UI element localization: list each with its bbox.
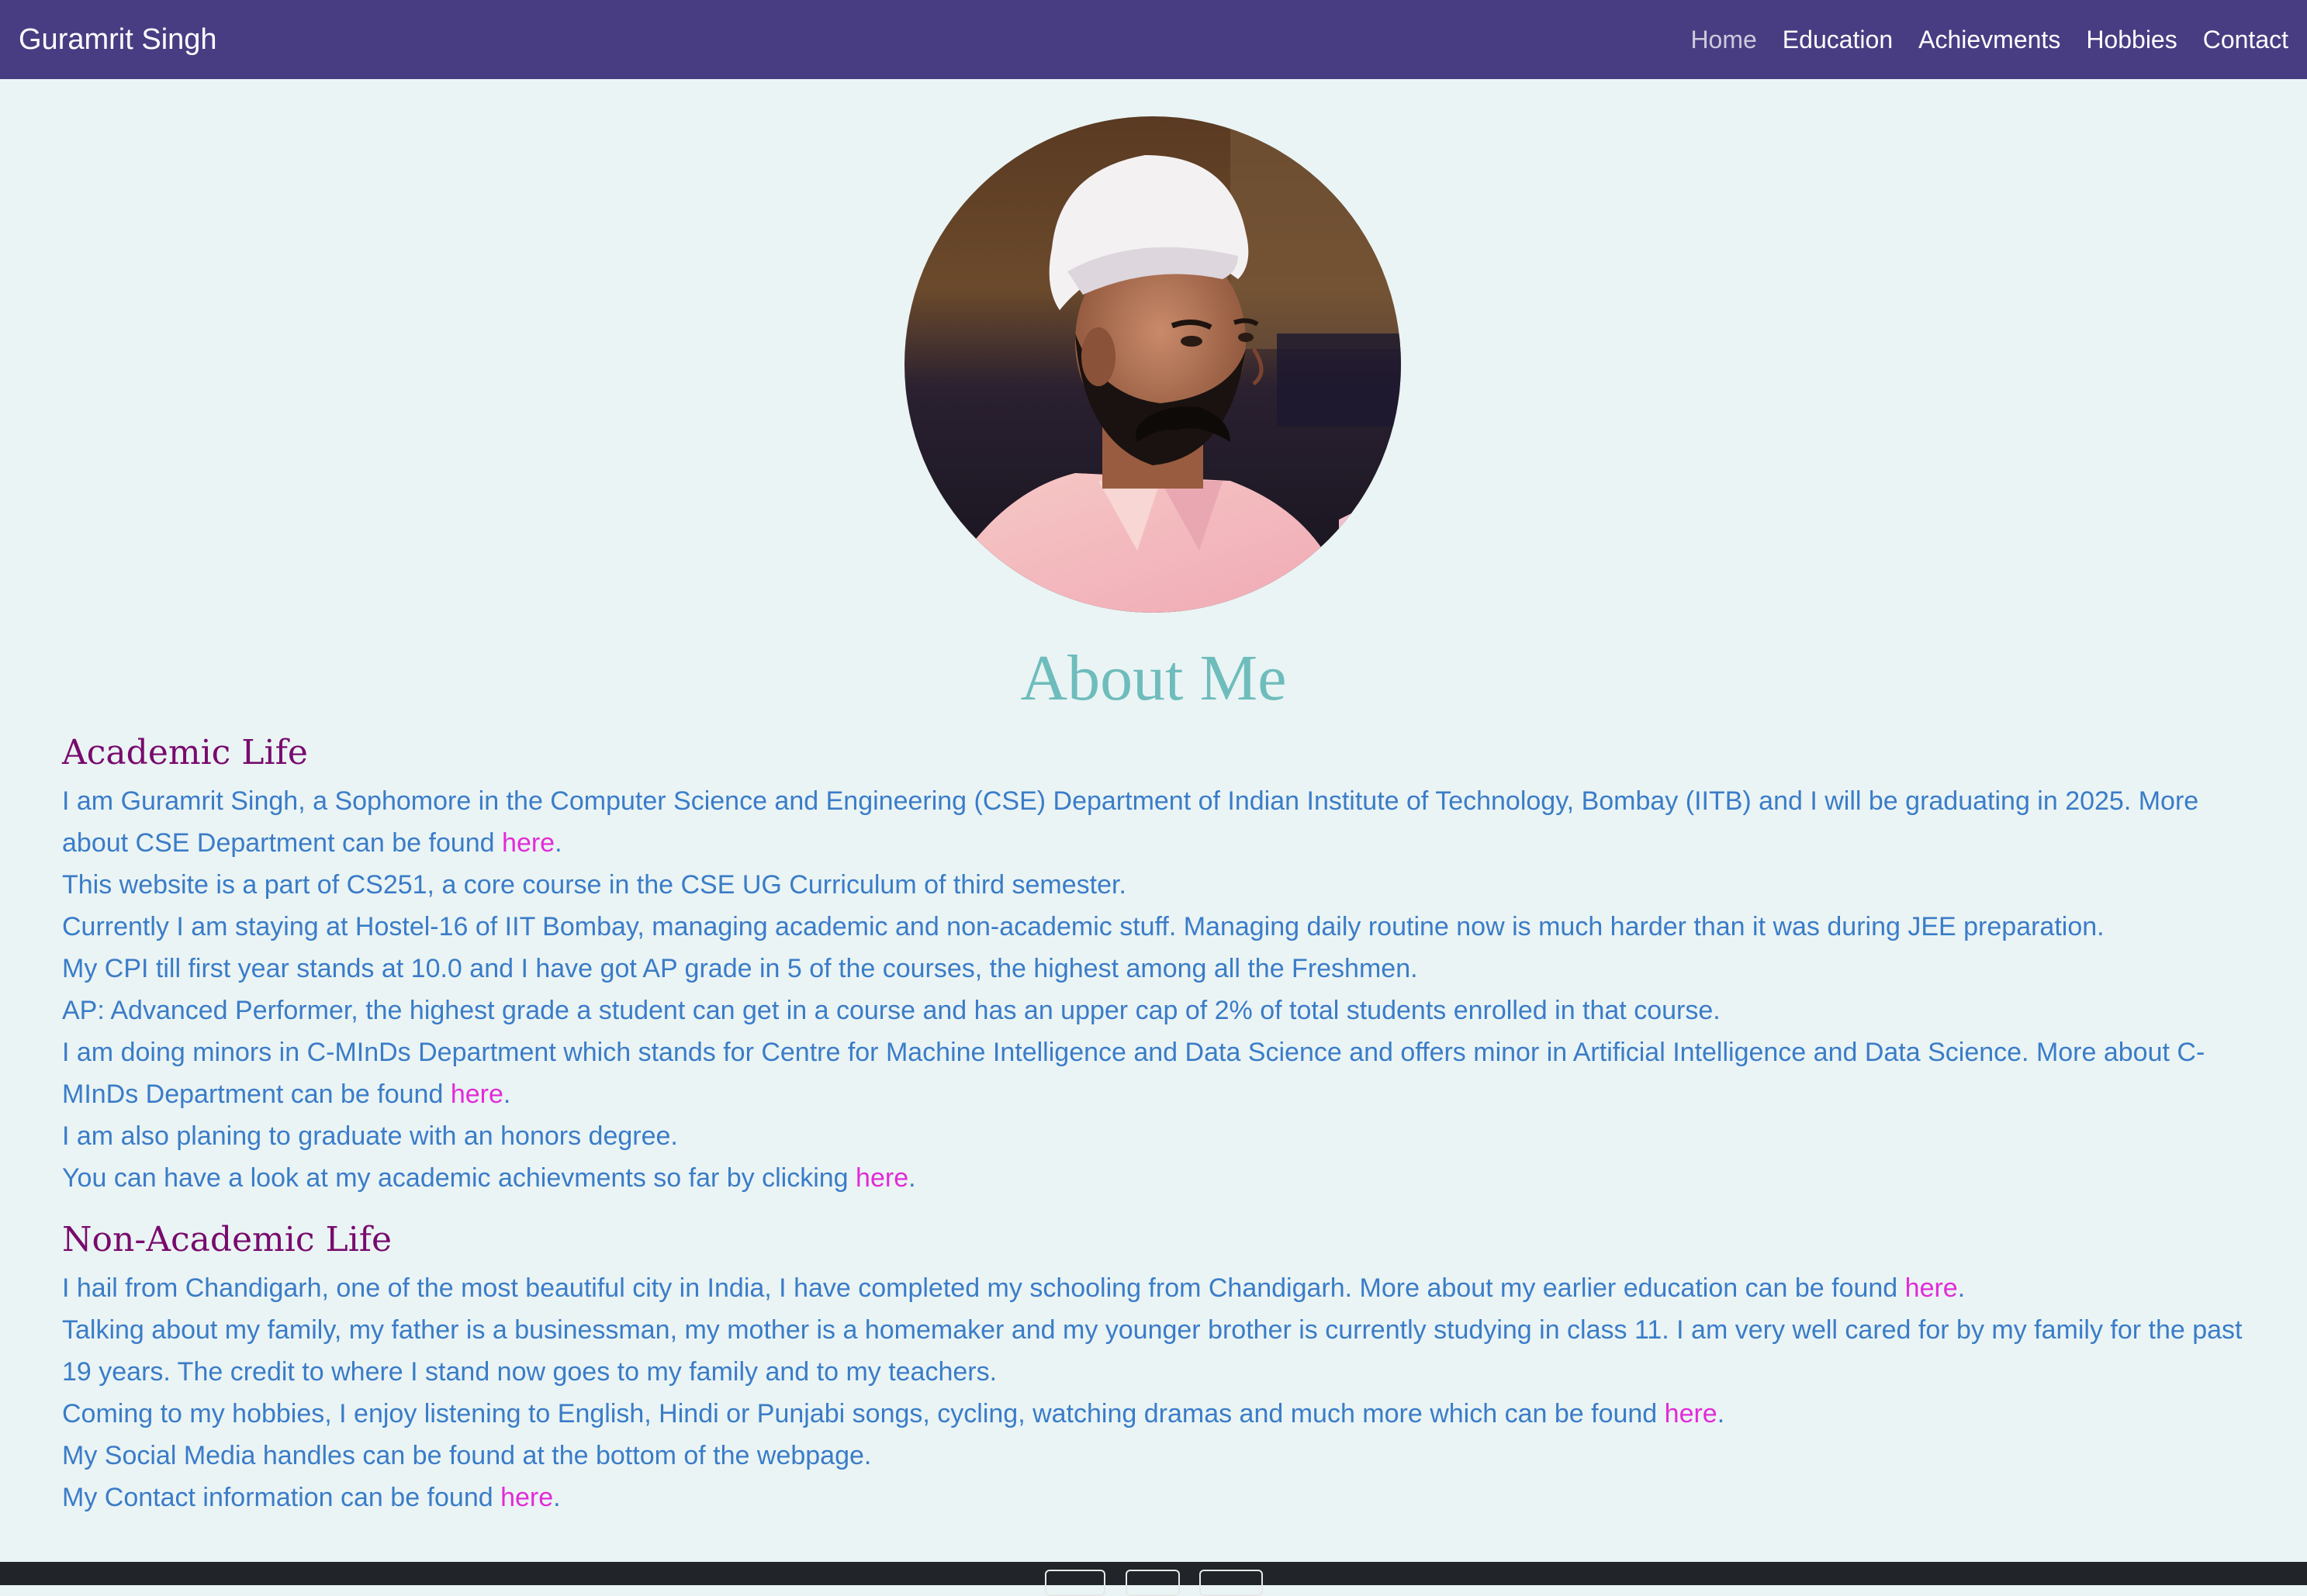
- nav-link-contact[interactable]: Contact: [2203, 26, 2288, 54]
- academic-paragraph-7: I am also planing to graduate with an ho…: [62, 1121, 678, 1151]
- non-academic-paragraph-1-end: .: [1957, 1273, 1966, 1303]
- academic-paragraph-1-text: I am Guramrit Singh, a Sophomore in the …: [62, 786, 2199, 858]
- hobbies-link[interactable]: here: [1665, 1399, 1717, 1428]
- nav-link-hobbies[interactable]: Hobbies: [2086, 26, 2177, 54]
- academic-paragraph-6: I am doing minors in C-MInDs Department …: [62, 1031, 2250, 1115]
- academic-life-heading: Academic Life: [62, 733, 308, 772]
- academic-paragraph-1-end: .: [555, 828, 562, 858]
- academic-paragraph-6-text: I am doing minors in C-MInDs Department …: [62, 1038, 2205, 1109]
- non-academic-paragraph-5-end: .: [553, 1483, 561, 1512]
- brand-link[interactable]: Guramrit Singh: [19, 23, 217, 57]
- academic-paragraph-4: My CPI till first year stands at 10.0 an…: [62, 954, 1418, 983]
- non-academic-paragraph-3-end: .: [1717, 1399, 1725, 1428]
- non-academic-paragraph-4: My Social Media handles can be found at …: [62, 1441, 872, 1470]
- non-academic-paragraph-3-text: Coming to my hobbies, I enjoy listening …: [62, 1399, 1665, 1428]
- non-academic-paragraph-3: Coming to my hobbies, I enjoy listening …: [62, 1393, 2250, 1435]
- academic-paragraph-8-end: .: [908, 1163, 916, 1193]
- profile-photo-image: [904, 116, 1401, 613]
- non-academic-paragraph-5: My Contact information can be found here…: [62, 1477, 2250, 1518]
- navbar: Guramrit Singh Home Education Achievment…: [0, 0, 2307, 79]
- social-icon-1[interactable]: [1045, 1570, 1105, 1596]
- non-academic-paragraph-1-text: I hail from Chandigarh, one of the most …: [62, 1273, 1905, 1303]
- nav-links: Home Education Achievments Hobbies Conta…: [1665, 26, 2288, 54]
- cminds-department-link[interactable]: here: [451, 1080, 503, 1109]
- nav-link-achievments[interactable]: Achievments: [1918, 26, 2060, 54]
- non-academic-paragraph-2: Talking about my family, my father is a …: [62, 1315, 2243, 1387]
- non-academic-life-heading: Non-Academic Life: [62, 1220, 393, 1259]
- nav-link-home[interactable]: Home: [1690, 26, 1756, 54]
- academic-paragraph-2: This website is a part of CS251, a core …: [62, 870, 1126, 900]
- achievments-link[interactable]: here: [856, 1163, 908, 1193]
- non-academic-paragraph-1: I hail from Chandigarh, one of the most …: [62, 1267, 2250, 1309]
- non-academic-paragraph-5-text: My Contact information can be found: [62, 1483, 501, 1512]
- academic-paragraph-8: You can have a look at my academic achie…: [62, 1157, 2250, 1199]
- social-icon-2[interactable]: [1126, 1570, 1180, 1596]
- education-link[interactable]: here: [1905, 1273, 1958, 1303]
- contact-link[interactable]: here: [500, 1483, 553, 1512]
- about-content: Academic Life I am Guramrit Singh, a Sop…: [62, 726, 2250, 1518]
- academic-paragraph-1: I am Guramrit Singh, a Sophomore in the …: [62, 780, 2250, 864]
- footer: [0, 1562, 2307, 1596]
- academic-paragraph-5: AP: Advanced Performer, the highest grad…: [62, 996, 1721, 1025]
- academic-paragraph-8-text: You can have a look at my academic achie…: [62, 1163, 856, 1193]
- about-me-title: About Me: [1020, 642, 1287, 714]
- academic-paragraph-6-end: .: [503, 1080, 511, 1109]
- academic-paragraph-3: Currently I am staying at Hostel-16 of I…: [62, 912, 2105, 941]
- profile-photo: [904, 116, 1401, 613]
- social-icon-3[interactable]: [1199, 1570, 1263, 1596]
- cse-department-link[interactable]: here: [502, 828, 555, 858]
- nav-link-education[interactable]: Education: [1783, 26, 1893, 54]
